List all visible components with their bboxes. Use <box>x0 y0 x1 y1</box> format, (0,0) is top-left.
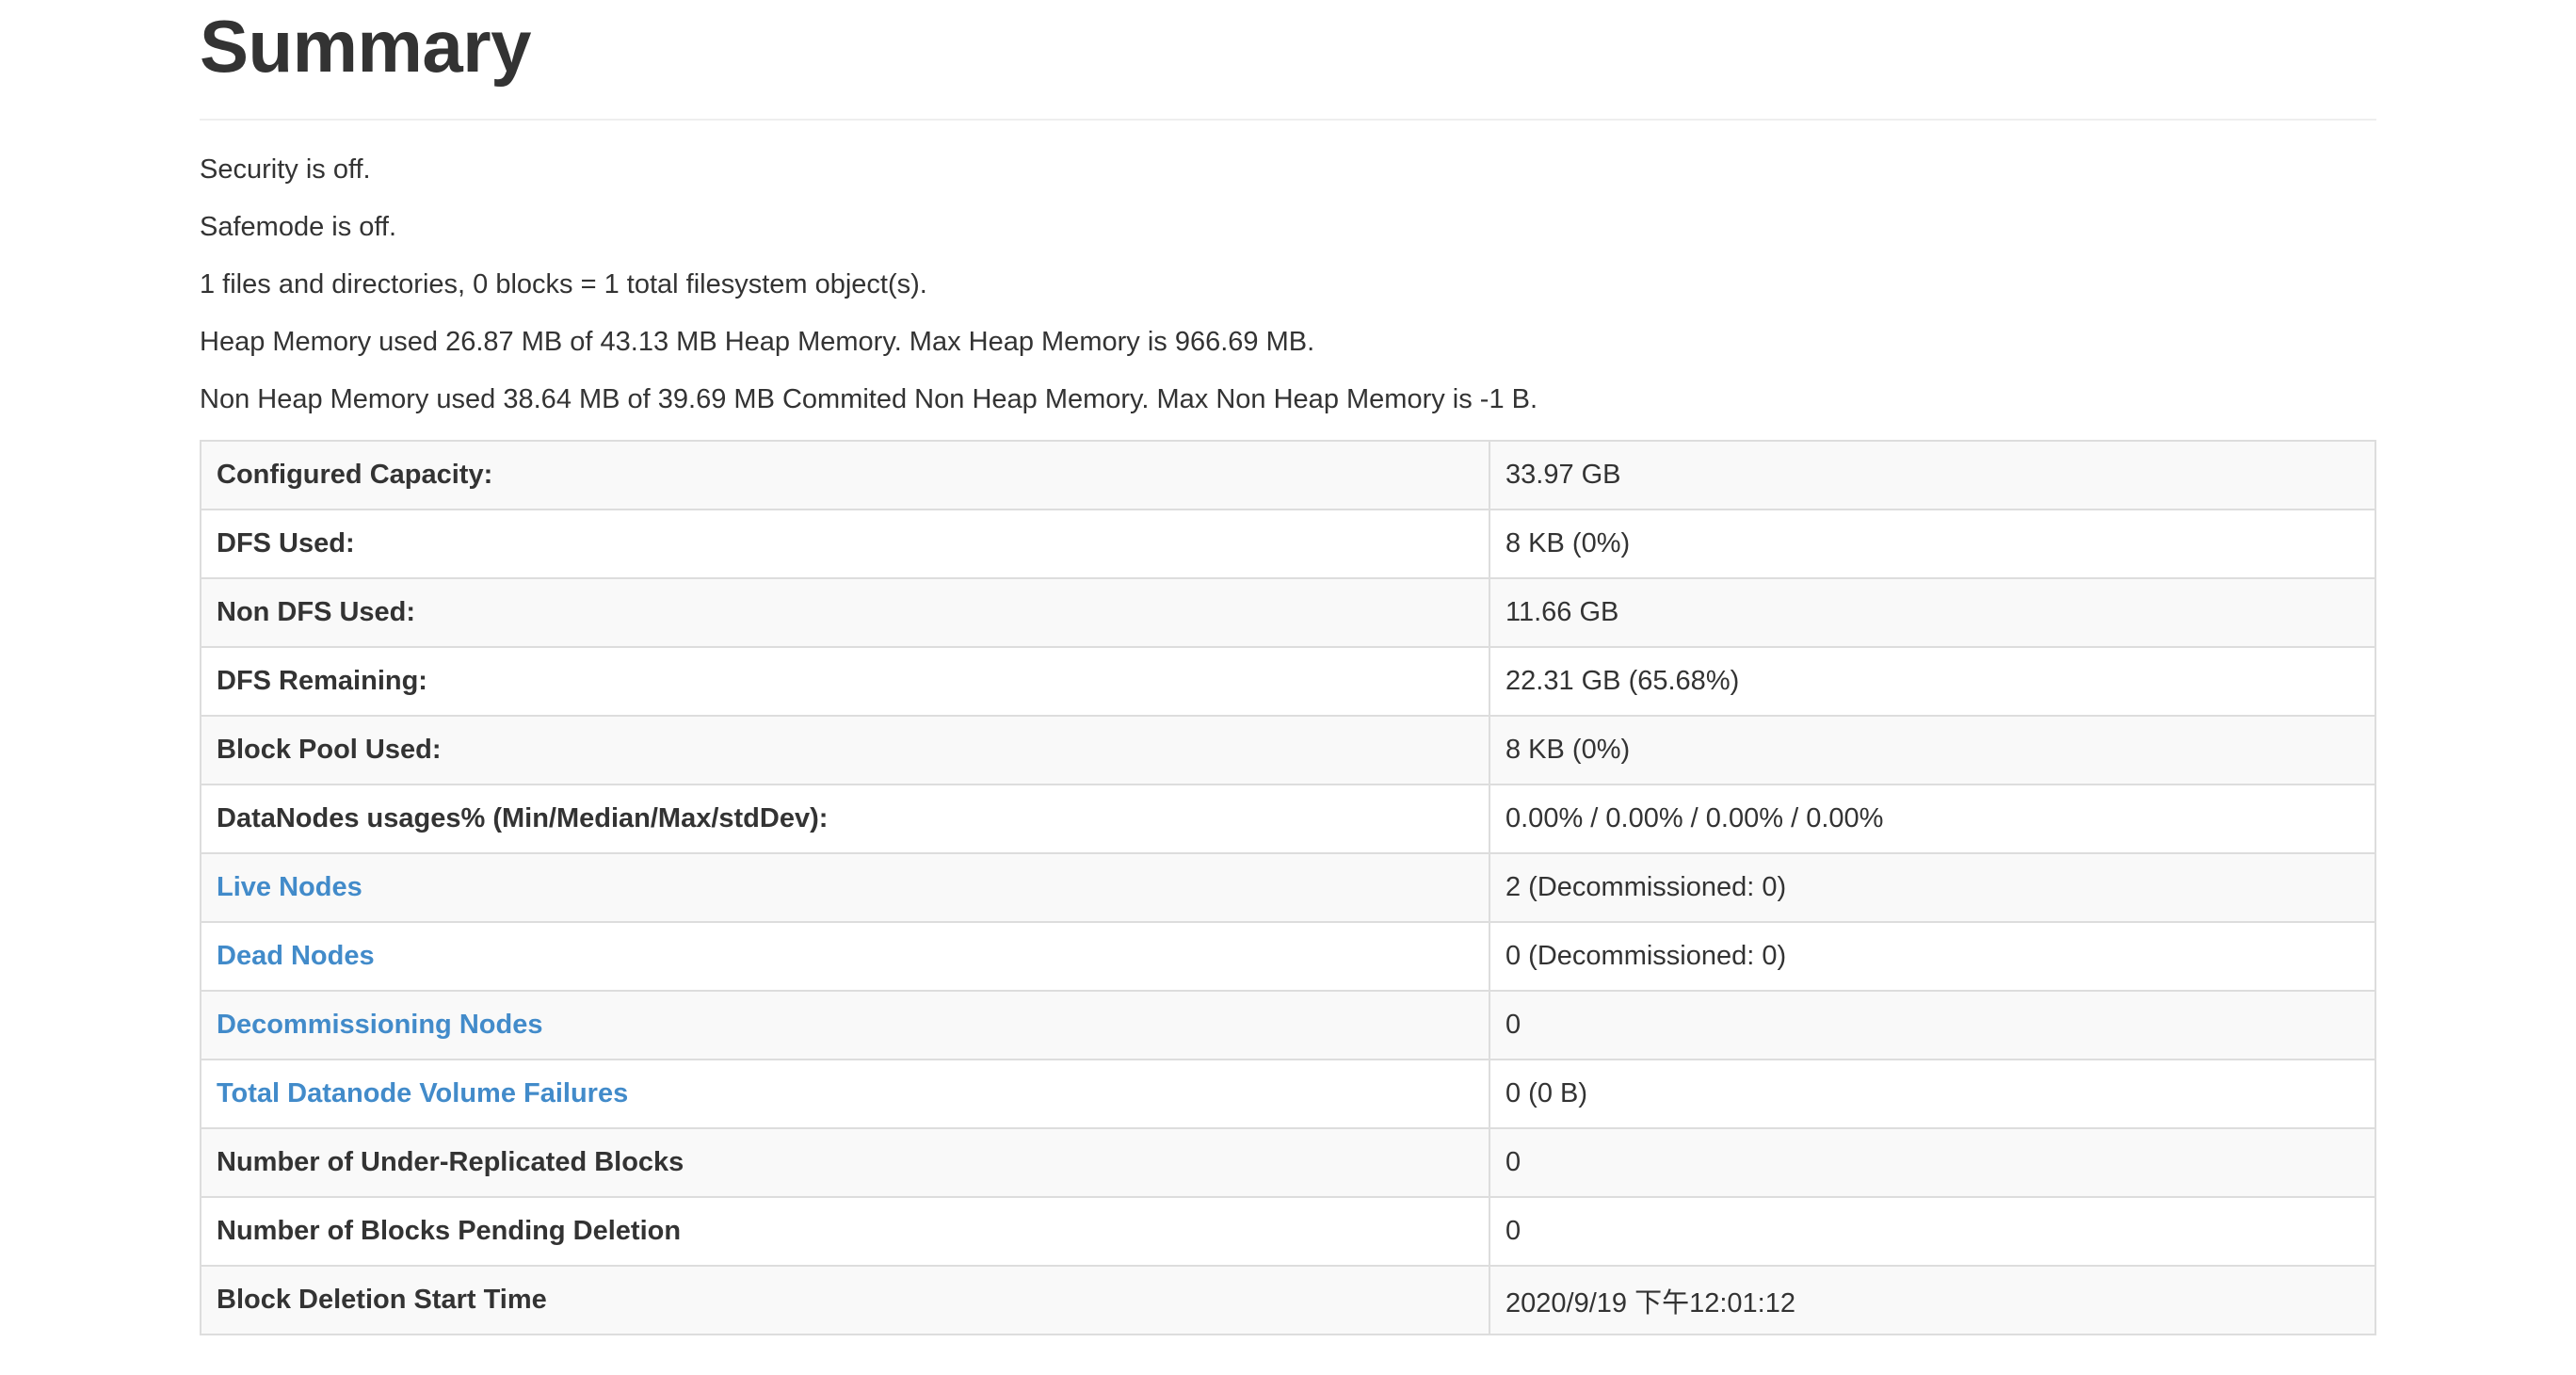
volume-failures-link[interactable]: Total Datanode Volume Failures <box>217 1078 628 1108</box>
row-value: 0 (0 B) <box>1489 1059 2376 1129</box>
status-list: Security is off. Safemode is off. 1 file… <box>200 153 2376 416</box>
page-title: Summary <box>200 5 532 88</box>
row-key: Number of Blocks Pending Deletion <box>200 1196 1490 1267</box>
row-key: Total Datanode Volume Failures <box>200 1059 1490 1129</box>
table-row: Number of Blocks Pending Deletion 0 <box>200 1196 2376 1267</box>
row-value: 22.31 GB (65.68%) <box>1489 646 2376 717</box>
table-row: Configured Capacity: 33.97 GB <box>200 440 2376 510</box>
table-row: Number of Under-Replicated Blocks 0 <box>200 1127 2376 1198</box>
row-value: 0 <box>1489 990 2376 1060</box>
table-row: Decommissioning Nodes 0 <box>200 990 2376 1060</box>
table-row: Block Pool Used: 8 KB (0%) <box>200 715 2376 785</box>
row-value: 0.00% / 0.00% / 0.00% / 0.00% <box>1489 784 2376 854</box>
row-key: Dead Nodes <box>200 921 1490 992</box>
row-value: 33.97 GB <box>1489 440 2376 510</box>
summary-table: Configured Capacity: 33.97 GB DFS Used: … <box>200 440 2376 1335</box>
table-row: Total Datanode Volume Failures 0 (0 B) <box>200 1059 2376 1129</box>
row-key: Decommissioning Nodes <box>200 990 1490 1060</box>
row-key: DFS Used: <box>200 509 1490 579</box>
safemode-status: Safemode is off. <box>200 212 397 242</box>
table-row: DataNodes usages% (Min/Median/Max/stdDev… <box>200 784 2376 854</box>
row-value: 8 KB (0%) <box>1489 715 2376 785</box>
table-row: Block Deletion Start Time 2020/9/19 下午12… <box>200 1265 2376 1335</box>
live-nodes-link[interactable]: Live Nodes <box>217 872 362 902</box>
row-key: Non DFS Used: <box>200 577 1490 648</box>
filesystem-objects-status: 1 files and directories, 0 blocks = 1 to… <box>200 269 927 299</box>
table-row: DFS Remaining: 22.31 GB (65.68%) <box>200 646 2376 717</box>
title-divider <box>200 119 2376 121</box>
decommissioning-nodes-link[interactable]: Decommissioning Nodes <box>217 1010 542 1040</box>
row-key: DFS Remaining: <box>200 646 1490 717</box>
table-row: DFS Used: 8 KB (0%) <box>200 509 2376 579</box>
row-value: 8 KB (0%) <box>1489 509 2376 579</box>
row-value: 0 <box>1489 1196 2376 1267</box>
table-row: Dead Nodes 0 (Decommissioned: 0) <box>200 921 2376 992</box>
row-value: 2020/9/19 下午12:01:12 <box>1489 1265 2376 1335</box>
row-key: Number of Under-Replicated Blocks <box>200 1127 1490 1198</box>
dead-nodes-link[interactable]: Dead Nodes <box>217 941 375 971</box>
row-value: 11.66 GB <box>1489 577 2376 648</box>
row-key: Live Nodes <box>200 852 1490 923</box>
row-value: 2 (Decommissioned: 0) <box>1489 852 2376 923</box>
row-key: DataNodes usages% (Min/Median/Max/stdDev… <box>200 784 1490 854</box>
row-value: 0 <box>1489 1127 2376 1198</box>
table-row: Non DFS Used: 11.66 GB <box>200 577 2376 648</box>
non-heap-memory-status: Non Heap Memory used 38.64 MB of 39.69 M… <box>200 384 1538 414</box>
security-status: Security is off. <box>200 154 371 185</box>
row-value: 0 (Decommissioned: 0) <box>1489 921 2376 992</box>
summary-section: Summary Security is off. Safemode is off… <box>200 0 2376 1335</box>
heap-memory-status: Heap Memory used 26.87 MB of 43.13 MB He… <box>200 327 1315 357</box>
row-key: Block Deletion Start Time <box>200 1265 1490 1335</box>
row-key: Block Pool Used: <box>200 715 1490 785</box>
table-row: Live Nodes 2 (Decommissioned: 0) <box>200 852 2376 923</box>
row-key: Configured Capacity: <box>200 440 1490 510</box>
